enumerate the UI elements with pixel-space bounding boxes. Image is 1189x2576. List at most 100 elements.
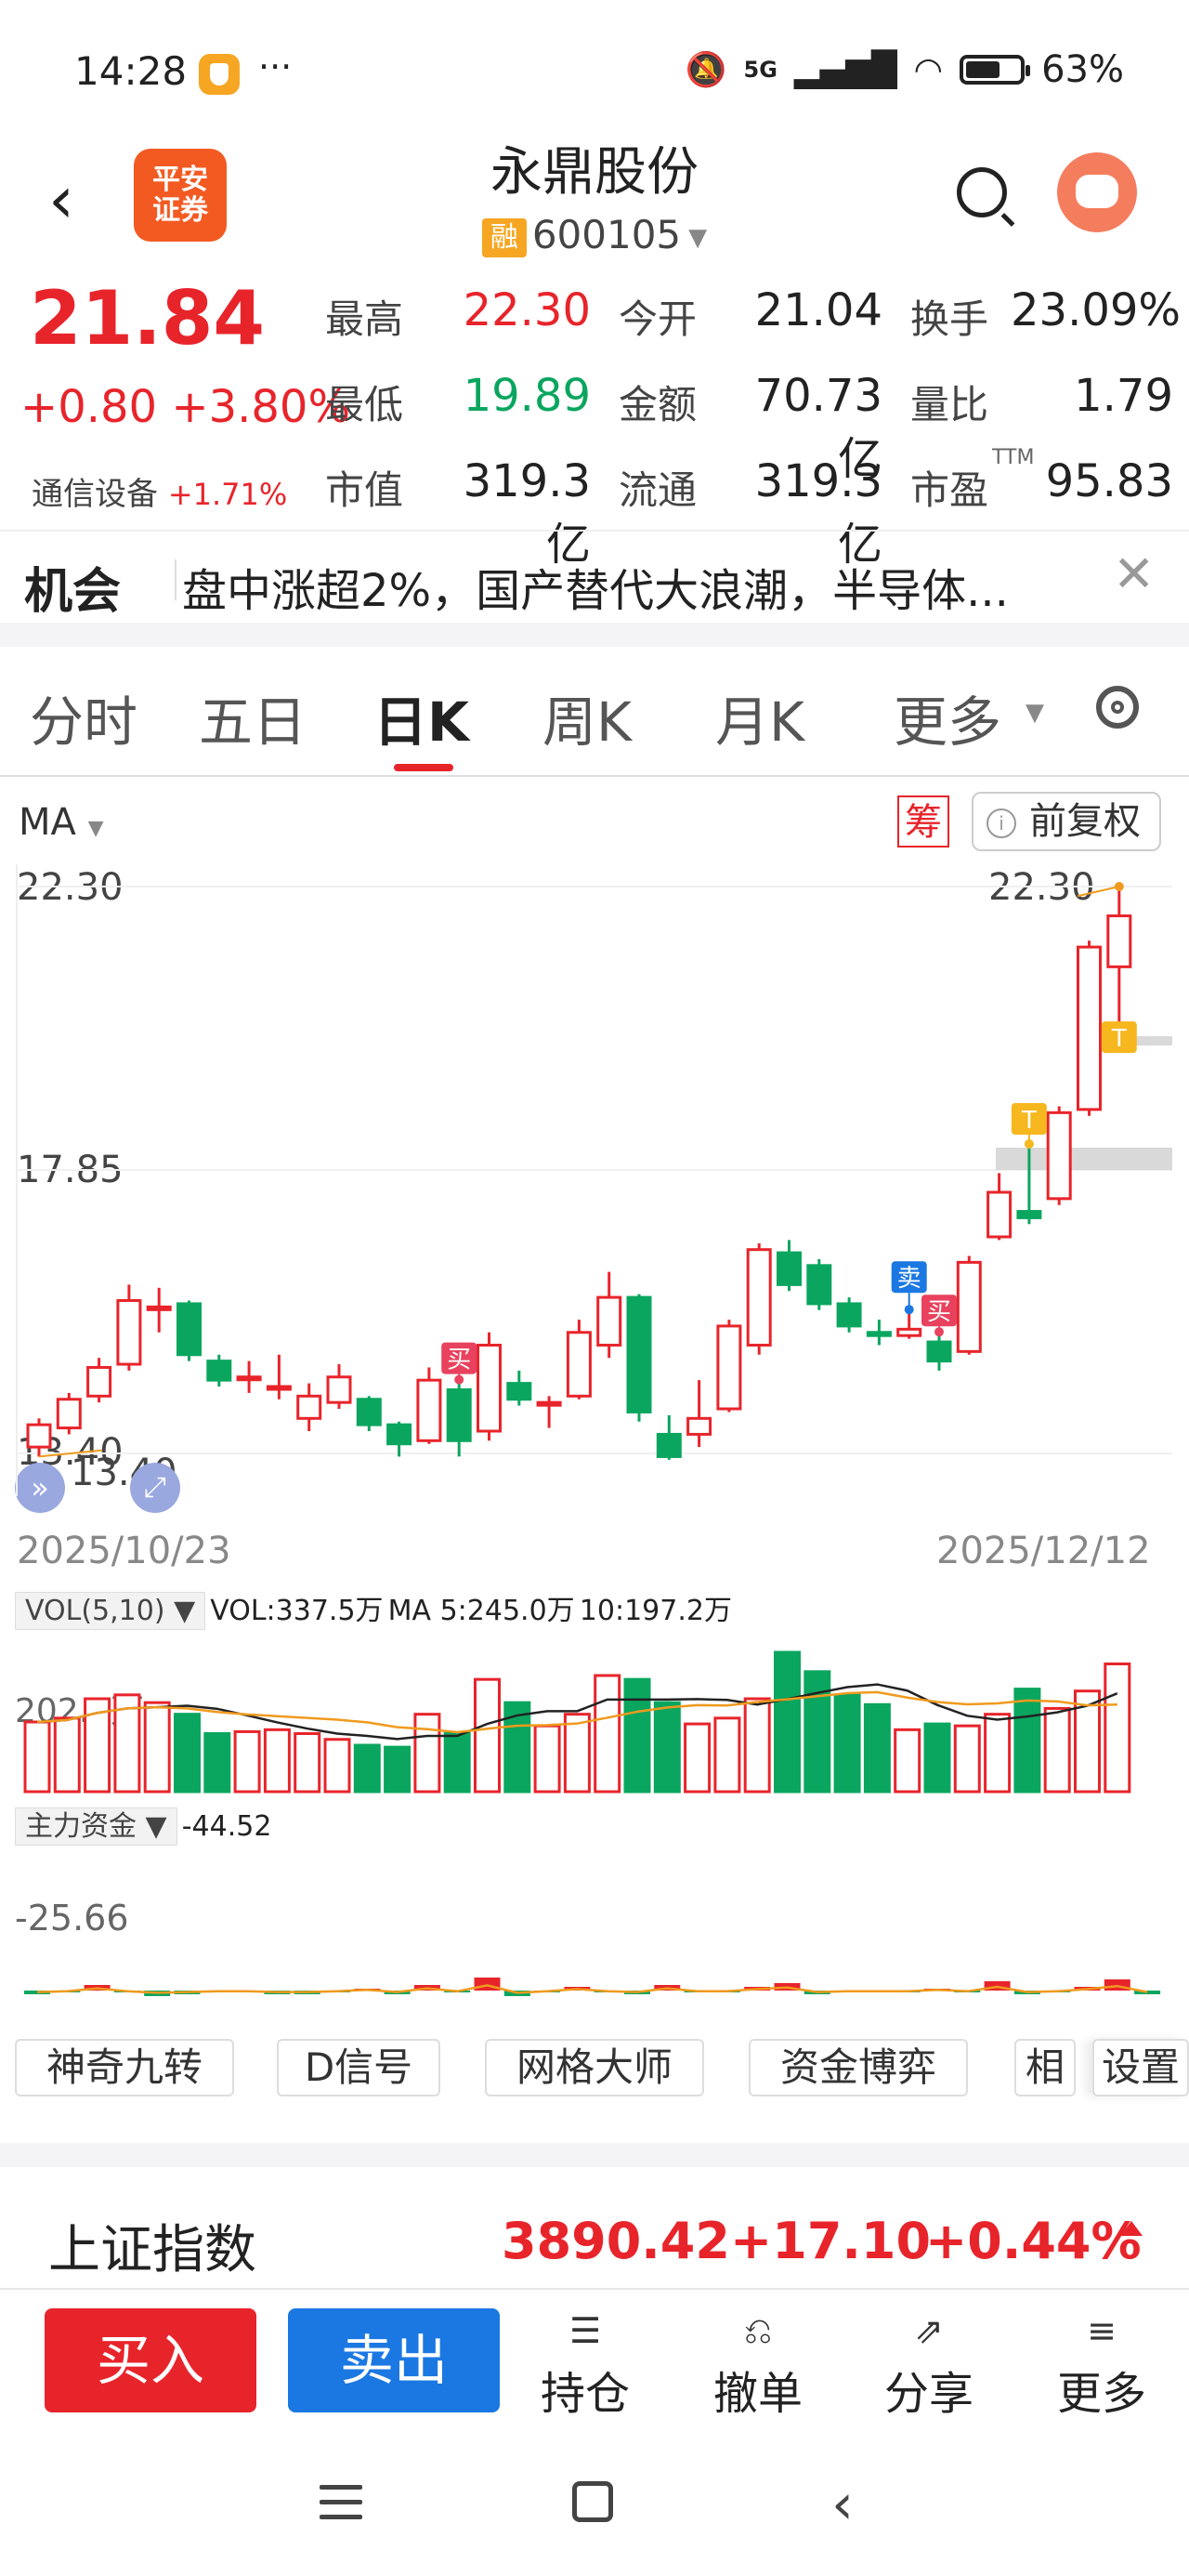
app-header: 永鼎股份 融 600105 ▼ ‹ 平安 证券 xyxy=(0,130,1189,269)
quote-label: 最高 xyxy=(325,296,404,342)
adjust-selector[interactable]: i 前复权 xyxy=(972,792,1161,851)
tab-3[interactable]: 周K xyxy=(542,678,632,756)
signal-marker-label: 卖 xyxy=(897,1265,921,1293)
tool-button[interactable]: 神奇九转 xyxy=(15,2039,234,2096)
nav-home-icon[interactable] xyxy=(572,2481,613,2522)
opportunity-text: 盘中涨超2%，国产替代大浪潮，半导体... xyxy=(182,565,1009,617)
volume-ma10: 10:197.2万 xyxy=(579,1595,732,1627)
opportunity-divider xyxy=(175,559,176,600)
candle-body xyxy=(716,1324,742,1411)
candle-body xyxy=(26,1423,52,1449)
info-icon: i xyxy=(986,808,1016,838)
tab-1[interactable]: 五日 xyxy=(199,678,307,756)
buy-button[interactable]: 买入 xyxy=(45,2308,256,2412)
tab-2[interactable]: 日K xyxy=(373,678,469,756)
volume-bar xyxy=(1043,1706,1071,1794)
tool-button[interactable]: 资金博弈 xyxy=(749,2039,968,2096)
volume-bar xyxy=(174,1713,201,1794)
candle-body xyxy=(536,1400,562,1407)
adjust-label: 前复权 xyxy=(1029,800,1141,843)
fund-value: -44.52 xyxy=(181,1810,272,1843)
status-time: 14:28 xyxy=(74,48,188,94)
signal-marker-dot xyxy=(934,1327,944,1337)
high-price-pointer xyxy=(1077,886,1120,898)
cancel-order-button[interactable]: ⎌ 撤单 xyxy=(702,2310,814,2422)
gap-zone xyxy=(996,1148,1172,1171)
action-divider xyxy=(0,2288,1189,2290)
volume-bar xyxy=(774,1650,801,1794)
nav-menu-icon[interactable] xyxy=(320,2485,362,2530)
logo-line2: 证券 xyxy=(152,194,208,227)
index-change: +17.10 xyxy=(730,2212,932,2270)
list-icon: ☰ xyxy=(568,2310,602,2351)
caret-down-icon: ▼ xyxy=(1026,699,1044,727)
volume-bar xyxy=(594,1674,621,1794)
share-button[interactable]: ⇗ 分享 xyxy=(873,2310,985,2422)
signal-marker-label: T xyxy=(1021,1107,1037,1135)
ttm-label: TTM xyxy=(992,446,1035,469)
tab-0[interactable]: 分时 xyxy=(30,678,137,756)
opportunity-bar[interactable]: 机会 盘中涨超2%，国产替代大浪潮，半导体... ✕ xyxy=(0,530,1189,624)
stock-code: 600105 xyxy=(531,212,682,257)
candle-body xyxy=(506,1382,532,1401)
quote-label: 市盈 xyxy=(910,467,989,513)
volume-indicator-selector[interactable]: VOL(5,10) ▼ xyxy=(15,1592,206,1630)
close-icon[interactable]: ✕ xyxy=(1113,545,1155,603)
signal-marker-dot xyxy=(904,1305,914,1315)
network-label: 5G xyxy=(743,57,777,83)
candle-body xyxy=(986,1190,1013,1239)
fund-indicator-selector[interactable]: 主力资金 ▼ xyxy=(15,1807,177,1846)
search-icon[interactable] xyxy=(957,167,1007,217)
volume-label: VOL(5,10) xyxy=(25,1595,165,1627)
nav-back-icon[interactable]: ‹ xyxy=(831,2472,854,2537)
tool-button[interactable]: 相 xyxy=(1014,2039,1076,2096)
ma-selector[interactable]: MA ▼ xyxy=(19,801,104,844)
current-price: 21.84 xyxy=(30,275,266,361)
back-button[interactable]: ‹ xyxy=(48,167,74,232)
tool-button[interactable]: 网格大师 xyxy=(485,2039,704,2096)
candle-body xyxy=(386,1423,412,1446)
ma-label: MA xyxy=(19,801,76,844)
volume-chart[interactable] xyxy=(0,1626,1189,1799)
fund-flow-chart[interactable] xyxy=(0,1952,1189,2017)
volume-header: VOL(5,10) ▼ VOL:337.5万 MA 5:245.0万 10:19… xyxy=(15,1587,732,1630)
tool-button[interactable]: D信号 xyxy=(277,2039,440,2096)
more-button[interactable]: ≡ 更多 xyxy=(1046,2310,1157,2422)
sell-button[interactable]: 卖出 xyxy=(288,2308,500,2412)
positions-button[interactable]: ☰ 持仓 xyxy=(529,2310,641,2422)
fund-label: 主力资金 xyxy=(25,1810,137,1843)
candle-body xyxy=(446,1387,472,1442)
sector-name: 通信设备 xyxy=(32,476,158,513)
candle-body xyxy=(926,1340,952,1363)
quote-value: 22.30 xyxy=(463,284,591,336)
quote-value: 1.79 xyxy=(1074,370,1173,422)
date-start: 2025/10/23 xyxy=(17,1530,231,1572)
positions-label: 持仓 xyxy=(540,2368,630,2420)
candle-body xyxy=(356,1398,382,1426)
quote-label: 今开 xyxy=(619,296,698,342)
cancel-order-label: 撤单 xyxy=(712,2368,803,2420)
assistant-avatar[interactable] xyxy=(1057,152,1137,232)
signal-marker-label: 买 xyxy=(927,1298,951,1326)
chip-distribution-button[interactable]: 筹 xyxy=(897,795,949,848)
tab-4[interactable]: 月K xyxy=(715,678,804,756)
volume-bar xyxy=(533,1724,561,1794)
gear-icon[interactable] xyxy=(1096,686,1139,729)
broker-logo: 平安 证券 xyxy=(134,149,227,242)
candle-body xyxy=(626,1295,652,1413)
share-icon: ⇗ xyxy=(914,2310,944,2351)
volume-bar xyxy=(53,1716,81,1794)
volume-bar xyxy=(684,1722,712,1794)
candle-body xyxy=(146,1305,172,1311)
volume-bar xyxy=(984,1713,1012,1794)
volume-bar xyxy=(1104,1663,1131,1794)
quote-value: 21.04 xyxy=(754,284,882,336)
sector-row[interactable]: 通信设备 +1.71% xyxy=(32,468,287,514)
tab-5[interactable]: 更多 xyxy=(894,678,1001,756)
caret-down-icon: ▼ xyxy=(87,817,104,840)
candlestick-chart[interactable]: 买卖买TT xyxy=(0,846,1189,1496)
volume-bar xyxy=(384,1745,412,1794)
candle-body xyxy=(656,1432,682,1458)
up-arrow-icon xyxy=(1120,2221,1143,2236)
settings-button[interactable]: 设置 xyxy=(1092,2039,1189,2096)
